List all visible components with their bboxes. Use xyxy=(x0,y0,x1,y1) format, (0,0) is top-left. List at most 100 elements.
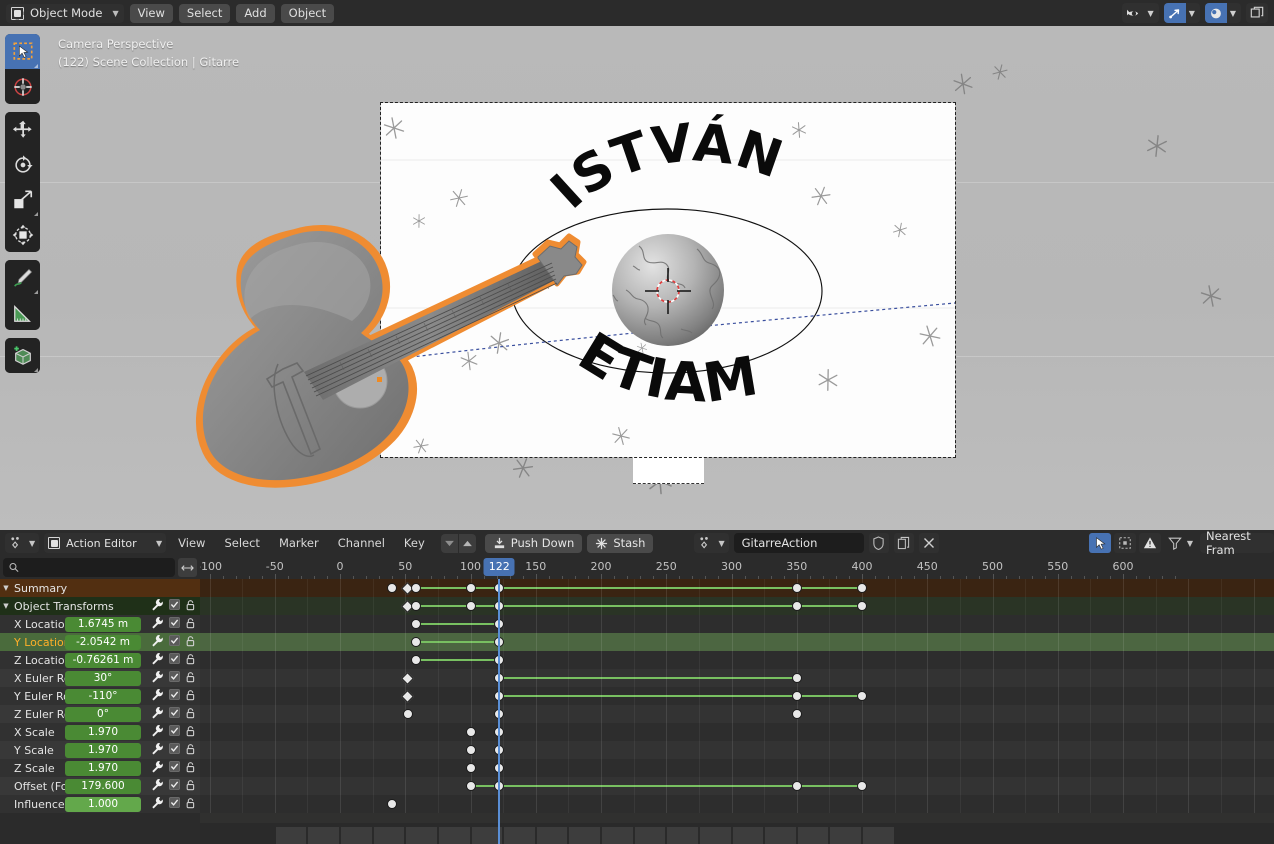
stash-button[interactable]: Stash xyxy=(587,533,654,553)
channel-value-field[interactable]: 0° xyxy=(65,706,141,722)
show-hidden-icon[interactable] xyxy=(1113,533,1136,553)
chevron-down-icon[interactable]: ▼ xyxy=(1227,3,1241,23)
chevron-down-icon[interactable]: ▼ xyxy=(1145,3,1159,23)
dope-menu-select[interactable]: Select xyxy=(217,533,266,553)
expand-triangle-icon[interactable]: ▼ xyxy=(0,602,12,610)
channel-value-field[interactable]: 30° xyxy=(65,670,141,686)
channel-value-field[interactable]: 1.970 xyxy=(65,742,141,758)
channel-value-field[interactable]: -110° xyxy=(65,688,141,704)
keyframe-marker[interactable] xyxy=(857,781,867,791)
playhead-line[interactable] xyxy=(498,579,501,844)
action-browse-dropdown[interactable]: ▼ xyxy=(694,533,729,553)
channel-row[interactable]: Z Scale 1.970 xyxy=(0,759,200,777)
channel-value-field[interactable]: -2.0542 m xyxy=(65,634,141,650)
channel-row[interactable]: Y Location -2.0542 m xyxy=(0,633,200,651)
channel-row[interactable]: X Euler Rota 30° xyxy=(0,669,200,687)
keyframe-row[interactable] xyxy=(200,597,1274,615)
tweak-select-box-tool[interactable] xyxy=(5,34,40,69)
visibility-dropdown[interactable]: ▼ xyxy=(1121,3,1159,23)
modifier-wrench-icon[interactable] xyxy=(151,724,164,740)
menu-view[interactable]: View xyxy=(129,3,173,23)
keyframe-marker[interactable] xyxy=(791,781,802,791)
keyframe-marker[interactable] xyxy=(465,781,476,791)
keyframe-row[interactable] xyxy=(200,759,1274,777)
action-name-field[interactable]: GitarreAction xyxy=(733,533,864,553)
visibility-selectability-icon[interactable] xyxy=(1122,3,1145,23)
proportional-editing-dropdown[interactable]: ▼ xyxy=(1204,3,1241,23)
dope-menu-key[interactable]: Key xyxy=(397,533,432,553)
channel-lock-icon[interactable] xyxy=(185,797,196,812)
dope-menu-marker[interactable]: Marker xyxy=(272,533,326,553)
channel-enable-checkbox[interactable] xyxy=(169,635,180,649)
channel-enable-checkbox[interactable] xyxy=(169,779,180,793)
channel-row[interactable]: X Location 1.6745 m xyxy=(0,615,200,633)
channel-row[interactable]: ▼ Summary xyxy=(0,579,200,597)
snap-dropdown[interactable]: ▼ xyxy=(1163,3,1200,23)
timeline-ruler[interactable]: -100 -50 0 50 100 150 200 250 300 350 400 450 500 550… xyxy=(200,556,1274,579)
channel-lock-icon[interactable] xyxy=(185,689,196,704)
channel-enable-checkbox[interactable] xyxy=(169,599,180,613)
expand-triangle-icon[interactable]: ▼ xyxy=(0,584,12,592)
keyframe-marker[interactable] xyxy=(791,691,802,701)
keyframe-marker[interactable] xyxy=(402,709,413,719)
channel-value-field[interactable]: 1.6745 m xyxy=(65,616,141,632)
menu-select[interactable]: Select xyxy=(178,3,231,23)
channel-lock-icon[interactable] xyxy=(185,761,196,776)
channel-lock-icon[interactable] xyxy=(185,617,196,632)
push-down-button[interactable]: Push Down xyxy=(484,533,583,553)
modifier-wrench-icon[interactable] xyxy=(151,706,164,722)
menu-object[interactable]: Object xyxy=(280,3,335,23)
editor-mode-dropdown[interactable]: Action Editor ▼ xyxy=(44,533,167,553)
only-show-selected-icon[interactable] xyxy=(1088,533,1111,553)
rotate-tool[interactable] xyxy=(5,147,40,182)
channel-enable-checkbox[interactable] xyxy=(169,707,180,721)
channel-lock-icon[interactable] xyxy=(185,743,196,758)
cursor-tool[interactable] xyxy=(5,69,40,104)
transform-tool[interactable] xyxy=(5,217,40,252)
channel-enable-checkbox[interactable] xyxy=(169,653,180,667)
channel-value-field[interactable]: -0.76261 m xyxy=(65,652,141,668)
channel-lock-icon[interactable] xyxy=(185,635,196,650)
channel-enable-checkbox[interactable] xyxy=(169,761,180,775)
channel-lock-icon[interactable] xyxy=(185,599,196,614)
modifier-wrench-icon[interactable] xyxy=(151,634,164,650)
modifier-wrench-icon[interactable] xyxy=(151,778,164,794)
fake-user-shield-icon[interactable] xyxy=(868,533,889,553)
channel-enable-checkbox[interactable] xyxy=(169,671,180,685)
channel-enable-checkbox[interactable] xyxy=(169,689,180,703)
channel-value-field[interactable]: 1.970 xyxy=(65,724,141,740)
only-show-errors-icon[interactable] xyxy=(1138,533,1161,553)
move-tool[interactable] xyxy=(5,112,40,147)
add-cube-tool[interactable] xyxy=(5,338,40,373)
keyframe-marker[interactable] xyxy=(857,583,867,593)
keyframe-row[interactable] xyxy=(200,633,1274,651)
channel-row[interactable]: Offset (Follow 179.600 xyxy=(0,777,200,795)
channel-lock-icon[interactable] xyxy=(185,707,196,722)
channel-enable-checkbox[interactable] xyxy=(169,725,180,739)
keyframe-marker[interactable] xyxy=(465,745,476,755)
keyframe-marker[interactable] xyxy=(410,601,421,611)
new-action-copy-icon[interactable] xyxy=(893,533,914,553)
editor-type-dropdown[interactable]: ▼ xyxy=(5,533,40,553)
modifier-wrench-icon[interactable] xyxy=(151,598,164,614)
search-field-input[interactable] xyxy=(23,561,169,574)
keyframe-marker[interactable] xyxy=(465,583,476,593)
snap-magnet-icon[interactable] xyxy=(1163,3,1186,23)
keyframe-marker[interactable] xyxy=(400,671,414,685)
keyframe-marker[interactable] xyxy=(387,583,398,593)
current-frame-indicator[interactable]: 122 xyxy=(483,558,515,576)
keyframe-marker[interactable] xyxy=(410,637,421,647)
scale-tool[interactable] xyxy=(5,182,40,217)
channel-value-field[interactable]: 1.000 xyxy=(65,796,141,812)
keyframe-row[interactable] xyxy=(200,579,1274,597)
search-input[interactable] xyxy=(3,558,175,577)
channel-enable-checkbox[interactable] xyxy=(169,617,180,631)
snap-mode-dropdown[interactable]: Nearest Fram xyxy=(1200,529,1274,557)
keyframe-row[interactable] xyxy=(200,795,1274,813)
keyframe-marker[interactable] xyxy=(410,583,421,593)
proportional-editing-icon[interactable] xyxy=(1204,3,1227,23)
keyframe-row[interactable] xyxy=(200,777,1274,795)
3d-viewport[interactable]: ISTVÁN ETIAM Camera Perspective (122) Sc… xyxy=(0,26,1274,530)
keyframe-marker[interactable] xyxy=(465,601,476,611)
modifier-wrench-icon[interactable] xyxy=(151,670,164,686)
